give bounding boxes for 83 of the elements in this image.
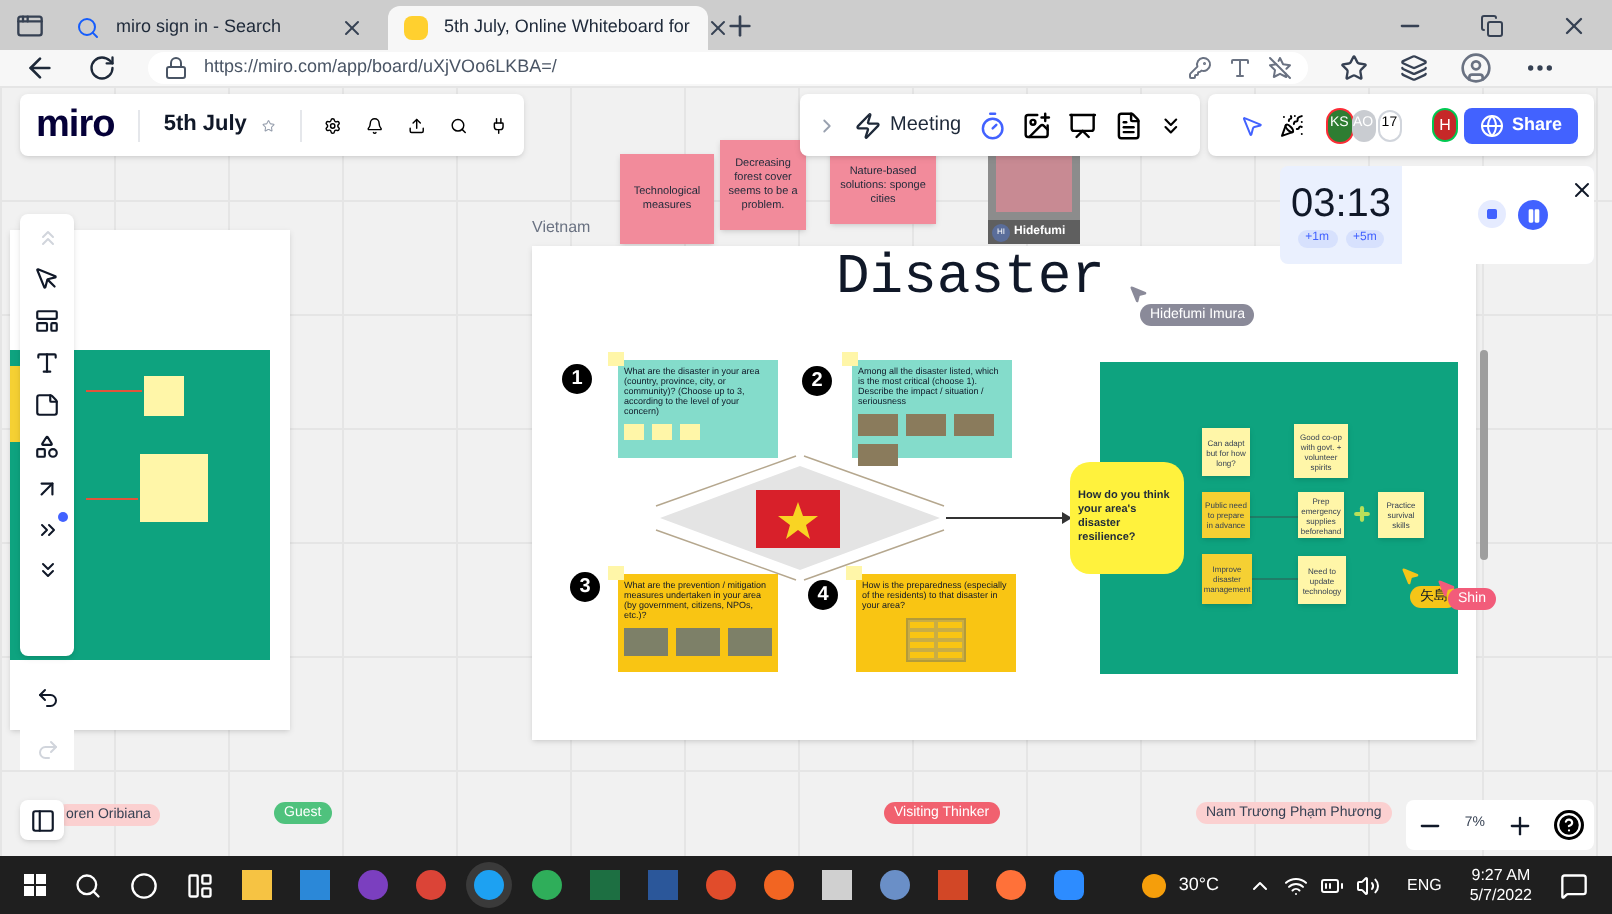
sticky-note-thumbnail xyxy=(842,352,858,366)
undo-icon[interactable] xyxy=(35,686,59,710)
tab-actions-icon[interactable] xyxy=(16,11,44,39)
share-button[interactable]: Share xyxy=(1464,107,1579,143)
zoom-in-icon[interactable] xyxy=(1505,811,1534,839)
lock-icon xyxy=(164,56,188,80)
tab-title: 5th July, Online Whiteboard for xyxy=(444,14,690,41)
shapes-icon[interactable] xyxy=(34,434,60,460)
presentation-icon[interactable] xyxy=(1067,109,1098,141)
notification-icon[interactable] xyxy=(1560,871,1588,899)
sticky-note xyxy=(144,376,184,416)
stop-button[interactable] xyxy=(1478,200,1506,228)
volume-icon[interactable] xyxy=(1355,873,1380,897)
photo-placeholder xyxy=(858,444,898,466)
template-icon[interactable] xyxy=(34,308,60,334)
user-avatar[interactable]: H xyxy=(1433,110,1457,140)
pause-button[interactable] xyxy=(1518,200,1548,230)
task-view-icon[interactable] xyxy=(186,871,214,899)
help-glyph-icon xyxy=(1555,812,1582,838)
close-icon[interactable] xyxy=(340,16,364,40)
panel-icon xyxy=(29,807,55,833)
tab-title: miro sign in - Search xyxy=(116,14,284,41)
address-bar[interactable]: https://miro.com/app/board/uXjVOo6LKBA=/ xyxy=(148,52,1308,84)
battery-icon[interactable] xyxy=(1319,873,1344,897)
stop-icon xyxy=(1486,208,1498,220)
windows-icon[interactable] xyxy=(24,874,46,896)
read-aloud-icon[interactable] xyxy=(1228,56,1252,80)
photo-placeholder xyxy=(906,414,946,436)
profile-icon[interactable] xyxy=(1460,52,1492,84)
arrow-icon xyxy=(946,512,1072,524)
cursor-icon xyxy=(1128,284,1148,304)
photo-placeholder xyxy=(624,628,668,656)
restore-icon[interactable] xyxy=(1480,13,1504,37)
photo-placeholder xyxy=(858,414,898,436)
sticky-note-thumbnail xyxy=(608,566,624,580)
line-icon[interactable] xyxy=(34,476,60,502)
help-icon[interactable] xyxy=(1553,810,1584,840)
flag-drawing xyxy=(756,490,840,548)
select-icon[interactable] xyxy=(34,266,60,292)
photo-placeholder xyxy=(728,628,772,656)
timer-icon[interactable] xyxy=(977,109,1007,141)
close-icon[interactable] xyxy=(705,16,730,40)
photo-placeholder xyxy=(676,628,720,656)
confetti-icon[interactable] xyxy=(1279,109,1304,141)
back-icon[interactable] xyxy=(24,52,56,84)
pause-icon xyxy=(1525,207,1541,223)
plus-icon xyxy=(1352,504,1372,524)
wifi-icon[interactable] xyxy=(1283,873,1308,897)
favorite-icon[interactable] xyxy=(1268,56,1292,80)
cortana-icon[interactable] xyxy=(130,871,158,899)
sticky-note-icon[interactable] xyxy=(34,392,60,418)
timer-display: 03:13 xyxy=(1290,182,1392,226)
temperature[interactable]: 30°C xyxy=(1178,871,1220,899)
miro-logo[interactable]: miro xyxy=(36,106,115,144)
photo-placeholder xyxy=(954,414,994,436)
url-text: https://miro.com/app/board/uXjVOo6LKBA=/ xyxy=(204,54,559,81)
language-indicator[interactable]: ENG xyxy=(1407,873,1442,897)
new-tab-icon[interactable] xyxy=(724,9,756,41)
refresh-icon[interactable] xyxy=(88,54,116,82)
panel-toggle-button[interactable] xyxy=(20,800,64,840)
board-name[interactable]: 5th July xyxy=(163,108,247,142)
frame-icon[interactable] xyxy=(1022,109,1052,141)
clock-date[interactable]: 5/7/2022 xyxy=(1469,885,1532,905)
browser-tab[interactable]: miro sign in - Search xyxy=(60,6,380,50)
close-icon[interactable] xyxy=(1570,178,1594,202)
sticky-note-thumbnail xyxy=(608,352,624,366)
sticky-note-thumbnail xyxy=(846,566,862,580)
key-icon[interactable] xyxy=(1188,56,1212,80)
frame-label: Vietnam xyxy=(532,216,591,240)
search-icon[interactable] xyxy=(74,871,102,899)
clock-time[interactable]: 9:27 AM xyxy=(1471,865,1531,885)
sticky-note xyxy=(10,366,20,442)
notes-icon[interactable] xyxy=(1113,109,1143,141)
more-tools-icon[interactable] xyxy=(35,518,59,542)
meeting-button[interactable]: Meeting xyxy=(853,110,962,140)
search-icon xyxy=(76,16,100,40)
lightning-icon xyxy=(853,111,882,139)
text-icon[interactable] xyxy=(34,350,60,376)
collections-icon[interactable] xyxy=(1400,54,1428,82)
favorites-icon[interactable] xyxy=(1340,54,1368,82)
table-drawing xyxy=(906,618,966,662)
frame-title: Disaster xyxy=(836,250,1105,310)
sticky-note xyxy=(140,454,208,522)
